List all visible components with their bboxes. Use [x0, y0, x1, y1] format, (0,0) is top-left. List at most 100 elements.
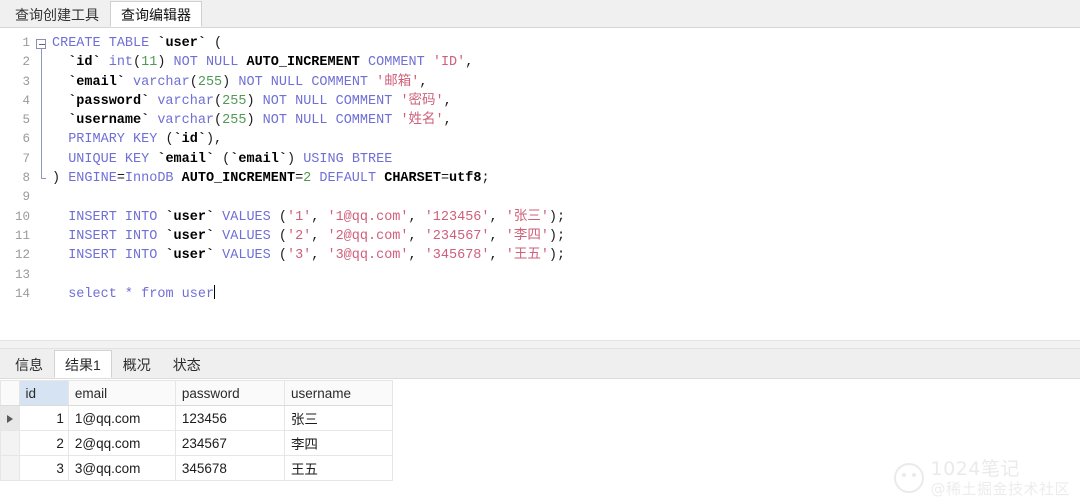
token: ; [481, 171, 490, 187]
fold-gutter [34, 149, 50, 170]
fold-guide-line [40, 149, 42, 170]
grid-cell-email[interactable]: 2@qq.com [67, 430, 176, 456]
token: '密码' [400, 93, 444, 109]
token: , [419, 74, 428, 90]
token: * [124, 286, 134, 302]
code-line[interactable]: 1 CREATE TABLE `user` ( [0, 34, 1080, 68]
table-row[interactable]: 1 1@qq.com 123456 张三 [0, 405, 394, 431]
line-number: 4 [22, 93, 30, 108]
fold-guide-line [40, 72, 42, 92]
grid-cell-username[interactable]: 李四 [283, 430, 394, 456]
row-header-cell[interactable] [0, 455, 20, 481]
grid-cell-email[interactable]: 1@qq.com [67, 405, 176, 431]
token: '123456' [424, 209, 490, 225]
code-line[interactable]: 9 [0, 188, 1080, 207]
editor-tab-1[interactable]: 查询编辑器 [110, 1, 202, 27]
token: ( [270, 248, 287, 264]
editor-tab-0[interactable]: 查询创建工具 [4, 1, 110, 27]
token: user [181, 286, 215, 302]
token: ENGINE [68, 171, 117, 187]
line-number: 14 [14, 286, 30, 301]
grid-column-header-email[interactable]: email [67, 380, 176, 406]
token: `user` [157, 36, 206, 51]
results-tab-1[interactable]: 结果1 [54, 350, 112, 378]
token: NULL [295, 93, 328, 109]
token: CHARSET [384, 171, 441, 187]
code-line[interactable]: 14 select * from user [0, 284, 1080, 304]
token: ( [214, 113, 223, 129]
grid-cell-password[interactable]: 345678 [174, 455, 285, 481]
grid-cell-username[interactable]: 张三 [283, 405, 394, 431]
fold-guide-line [40, 53, 42, 73]
result-grid[interactable]: id email password username 1 1@qq.com 123456 张… [0, 380, 394, 481]
code-line[interactable]: 12 INSERT INTO `user` VALUES ('3', '3@qq… [0, 246, 1080, 265]
code-text: CREATE TABLE `user` ( [50, 34, 222, 53]
token: varchar [157, 93, 215, 109]
panel-splitter[interactable] [0, 340, 1080, 349]
token: , [489, 209, 506, 225]
code-line[interactable]: 13 [0, 266, 1080, 285]
token: varchar [157, 113, 215, 129]
table-row[interactable]: 3 3@qq.com 345678 王五 [0, 455, 394, 481]
token: , [408, 209, 425, 225]
code-line[interactable]: 5 `username` varchar(255) NOT NULL COMME… [0, 111, 1080, 131]
token: AUTO_INCREMENT [181, 171, 296, 187]
results-tab-0[interactable]: 信息 [4, 350, 54, 378]
fold-collapse-icon[interactable] [36, 38, 46, 49]
code-line[interactable]: 6 PRIMARY KEY (`id`), [0, 130, 1080, 150]
fold-gutter [34, 130, 50, 150]
grid-cell-id[interactable]: 3 [18, 455, 69, 481]
grid-cell-id[interactable]: 1 [18, 405, 69, 431]
sql-editor[interactable]: 1 CREATE TABLE `user` (2 `id` int(11) NOT… [0, 28, 1080, 340]
code-line[interactable]: 2 `id` int(11) NOT NULL AUTO_INCREMENT C… [0, 53, 1080, 73]
fold-gutter[interactable] [34, 34, 50, 68]
code-line[interactable]: 7 UNIQUE KEY `email` (`email`) USING BTR… [0, 149, 1080, 170]
token: 11 [141, 55, 158, 71]
token: DEFAULT [319, 171, 377, 187]
grid-body[interactable]: 1 1@qq.com 123456 张三 2 2@qq.com 234567 李四 3 3@qq.… [0, 405, 394, 481]
token: COMMENT [335, 93, 393, 109]
grid-cell-username[interactable]: 王五 [283, 455, 394, 481]
line-number: 8 [22, 171, 30, 186]
code-line[interactable]: 3 `email` varchar(255) NOT NULL COMMENT … [0, 72, 1080, 92]
fold-gutter [34, 246, 50, 265]
line-number: 6 [22, 132, 30, 147]
token: ( [133, 55, 142, 71]
code-line[interactable]: 11 INSERT INTO `user` VALUES ('2', '2@qq… [0, 227, 1080, 246]
results-tab-2[interactable]: 概况 [112, 350, 162, 378]
token: KEY [124, 151, 150, 167]
grid-corner-header[interactable] [0, 380, 20, 406]
token: `email` [157, 151, 215, 167]
token: `user` [165, 248, 215, 264]
token: , [489, 228, 506, 244]
grid-cell-email[interactable]: 3@qq.com [67, 455, 176, 481]
grid-cell-password[interactable]: 123456 [174, 405, 285, 431]
token: `email` [230, 151, 287, 167]
token: INTO [124, 209, 158, 225]
token: `id` [68, 55, 101, 71]
grid-column-header-username[interactable]: username [283, 380, 394, 406]
grid-column-header-id[interactable]: id [18, 380, 69, 406]
results-tab-3[interactable]: 状态 [162, 350, 212, 378]
table-row[interactable]: 2 2@qq.com 234567 李四 [0, 430, 394, 456]
row-header-cell[interactable] [0, 430, 20, 456]
token: NOT [173, 55, 198, 71]
grid-column-header-password[interactable]: password [174, 380, 285, 406]
code-area[interactable]: 1 CREATE TABLE `user` (2 `id` int(11) NOT… [0, 28, 1080, 304]
row-header-cell[interactable] [0, 405, 20, 431]
grid-cell-id[interactable]: 2 [18, 430, 69, 456]
grid-cell-password[interactable]: 234567 [174, 430, 285, 456]
token: ( [270, 209, 287, 225]
token: varchar [133, 74, 190, 90]
code-text: `email` varchar(255) NOT NULL COMMENT '邮… [50, 73, 427, 92]
code-line[interactable]: 10 INSERT INTO `user` VALUES ('1', '1@qq… [0, 208, 1080, 227]
code-line[interactable]: 4 `password` varchar(255) NOT NULL COMME… [0, 91, 1080, 112]
code-line[interactable]: 8) ENGINE=InnoDB AUTO_INCREMENT=2 DEFAUL… [0, 169, 1080, 188]
